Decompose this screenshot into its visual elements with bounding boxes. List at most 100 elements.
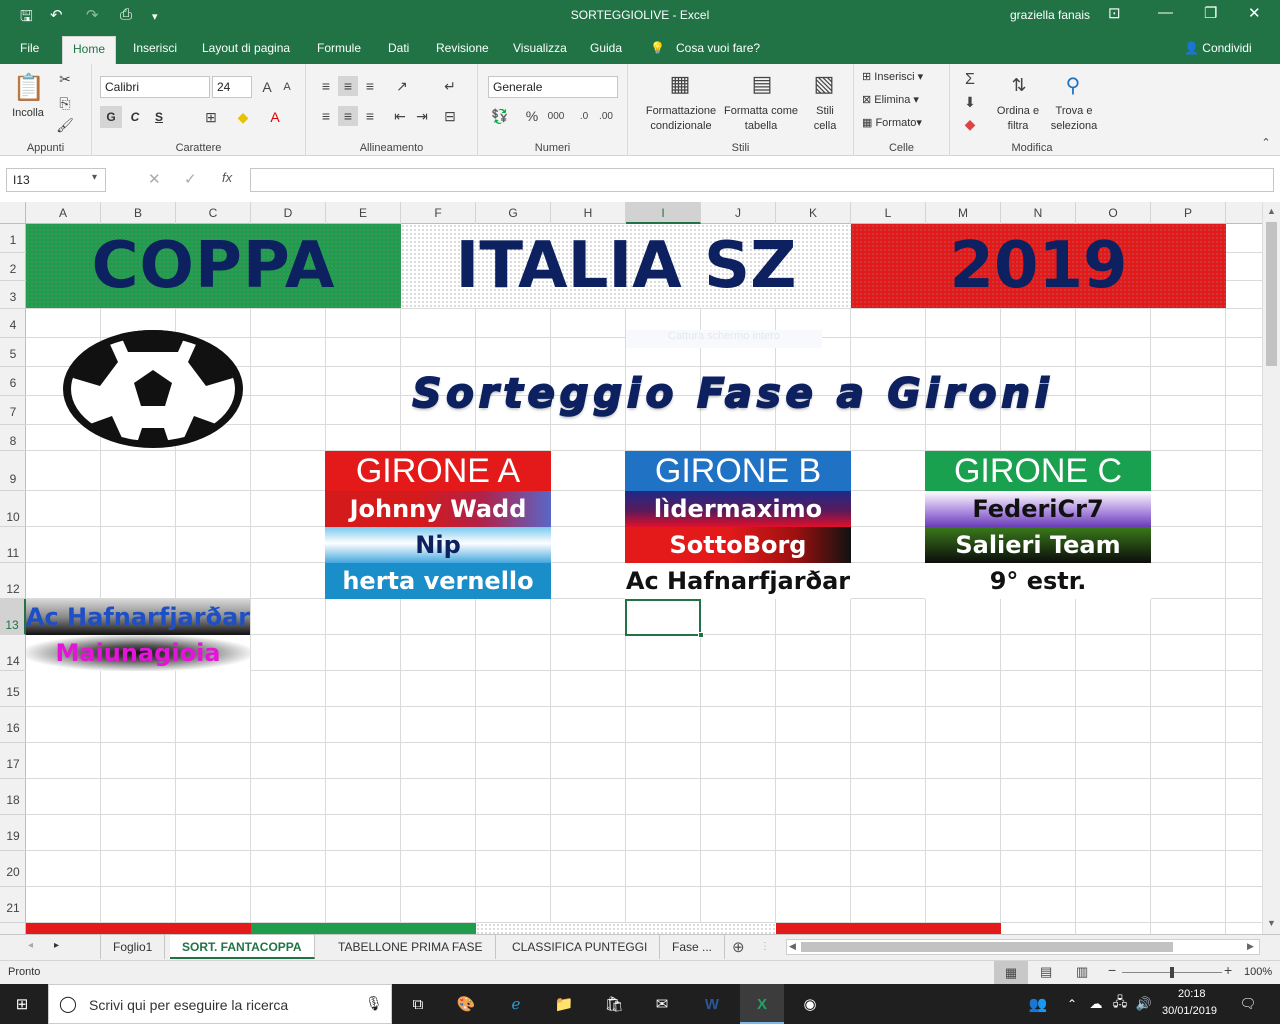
notifications-icon[interactable]: 🗨 xyxy=(1236,993,1260,1015)
shrink-font-icon[interactable]: A xyxy=(278,76,296,98)
sort-filter-icon[interactable]: ⇅ xyxy=(1004,70,1034,100)
row-header-4[interactable]: 4 xyxy=(0,309,26,338)
paint-icon[interactable]: 🎨 xyxy=(454,993,478,1015)
paste-label[interactable]: Incolla xyxy=(4,106,52,121)
name-box-dropdown-icon[interactable]: ▾ xyxy=(92,172,97,183)
insert-cells-button[interactable]: ⊞ Inserisci ▾ xyxy=(862,70,923,85)
sheet-tab-sort-fantacoppa[interactable]: SORT. FANTACOPPA xyxy=(170,935,315,959)
row-header-6[interactable]: 6 xyxy=(0,367,26,396)
row-header-19[interactable]: 19 xyxy=(0,815,26,851)
conditional-format-icon[interactable]: ▦ xyxy=(664,68,696,100)
format-as-table-icon[interactable]: ▤ xyxy=(746,68,778,100)
network-icon[interactable]: 🖧 xyxy=(1108,993,1132,1015)
decrease-decimal-icon[interactable]: .00 xyxy=(596,106,616,126)
clear-icon[interactable]: ◆ xyxy=(960,114,980,134)
align-left-icon[interactable]: ≡ xyxy=(316,106,336,126)
row-header-8[interactable]: 8 xyxy=(0,425,26,451)
row-header-7[interactable]: 7 xyxy=(0,396,26,425)
scroll-up-icon[interactable]: ▲ xyxy=(1267,206,1276,216)
tab-layout[interactable]: Layout di pagina xyxy=(202,41,290,55)
underline-button[interactable]: S xyxy=(148,106,170,128)
row-header-18[interactable]: 18 xyxy=(0,779,26,815)
sheet-tab-classifica[interactable]: CLASSIFICA PUNTEGGI xyxy=(500,935,661,959)
sheet-tab-foglio1[interactable]: Foglio1 xyxy=(100,935,166,959)
row-header-20[interactable]: 20 xyxy=(0,851,26,887)
col-header-m[interactable]: M xyxy=(926,202,1001,224)
row-header-2[interactable]: 2 xyxy=(0,253,26,281)
cut-icon[interactable]: ✂ xyxy=(56,70,74,88)
font-size-select[interactable]: 24 xyxy=(212,76,252,98)
tab-visualizza[interactable]: Visualizza xyxy=(513,41,567,55)
col-header-c[interactable]: C xyxy=(176,202,251,224)
col-header-f[interactable]: F xyxy=(401,202,476,224)
function-icon[interactable]: fx xyxy=(222,170,232,185)
find-icon[interactable]: ⚲ xyxy=(1058,70,1088,100)
select-all-button[interactable] xyxy=(0,202,26,224)
share-button[interactable]: 👤 Condividi xyxy=(1184,41,1252,55)
increase-indent-icon[interactable]: ⇥ xyxy=(412,106,432,126)
orientation-icon[interactable]: ↗ xyxy=(390,76,414,96)
word-icon[interactable]: W xyxy=(700,993,724,1015)
col-header-p[interactable]: P xyxy=(1151,202,1226,224)
row-header-21[interactable]: 21 xyxy=(0,887,26,923)
task-view-icon[interactable]: ⧉ xyxy=(406,993,430,1015)
grow-font-icon[interactable]: A xyxy=(258,76,276,98)
collapse-ribbon-icon[interactable]: ⌃ xyxy=(1258,134,1274,150)
row-header-13[interactable]: 13 xyxy=(0,599,26,635)
next-sheet-icon[interactable]: ▸ xyxy=(54,940,59,951)
enter-icon[interactable]: ✓ xyxy=(184,170,197,188)
borders-icon[interactable]: ⊞ xyxy=(200,106,222,128)
row-header-5[interactable]: 5 xyxy=(0,338,26,367)
italic-button[interactable]: C xyxy=(124,106,146,128)
restore-icon[interactable]: ❐ xyxy=(1204,4,1217,22)
align-bottom-icon[interactable]: ≡ xyxy=(360,76,380,96)
format-cells-button[interactable]: ▦ Formato▾ xyxy=(862,116,922,131)
mail-icon[interactable]: ✉ xyxy=(650,993,674,1015)
col-header-h[interactable]: H xyxy=(551,202,626,224)
align-middle-icon[interactable]: ≡ xyxy=(338,76,358,96)
increase-decimal-icon[interactable]: .0 xyxy=(574,106,594,126)
fill-icon[interactable]: ⬇ xyxy=(960,92,980,112)
align-top-icon[interactable]: ≡ xyxy=(316,76,336,96)
ribbon-display-icon[interactable]: ⊡ xyxy=(1108,4,1121,22)
fill-handle[interactable] xyxy=(698,632,704,638)
zoom-slider-thumb[interactable] xyxy=(1170,967,1174,978)
cell-styles-button[interactable]: Stili cella xyxy=(808,104,842,134)
people-icon[interactable]: 👥 xyxy=(1026,993,1050,1015)
paste-icon[interactable]: 📋 xyxy=(12,70,46,104)
show-hidden-icons-icon[interactable]: ⌃ xyxy=(1060,993,1084,1015)
font-name-select[interactable]: Calibri xyxy=(100,76,210,98)
scroll-left-icon[interactable]: ◀ xyxy=(789,941,796,952)
col-header-i[interactable]: I xyxy=(626,202,701,224)
format-as-table-button[interactable]: Formatta come tabella xyxy=(714,104,808,134)
align-center-icon[interactable]: ≡ xyxy=(338,106,358,126)
store-icon[interactable]: 🛍 xyxy=(602,993,626,1015)
normal-view-icon[interactable]: ▦ xyxy=(994,961,1028,984)
align-right-icon[interactable]: ≡ xyxy=(360,106,380,126)
scroll-right-icon[interactable]: ▶ xyxy=(1247,941,1254,952)
excel-taskbar-button[interactable]: X xyxy=(740,984,784,1024)
wrap-text-icon[interactable]: ↵ xyxy=(438,76,462,96)
clock-date[interactable]: 30/01/2019 xyxy=(1162,1005,1217,1017)
col-header-n[interactable]: N xyxy=(1001,202,1076,224)
sheet-tab-tabellone[interactable]: TABELLONE PRIMA FASE xyxy=(326,935,496,959)
row-header-3[interactable]: 3 xyxy=(0,281,26,309)
tab-inserisci[interactable]: Inserisci xyxy=(133,41,177,55)
currency-icon[interactable]: 💱 xyxy=(488,106,512,126)
cancel-icon[interactable]: ✕ xyxy=(148,170,161,188)
row-header-17[interactable]: 17 xyxy=(0,743,26,779)
tell-me-input[interactable]: Cosa vuoi fare? xyxy=(676,41,760,55)
active-cell[interactable] xyxy=(625,599,701,636)
minimize-icon[interactable]: — xyxy=(1158,4,1173,21)
row-header-14[interactable]: 14 xyxy=(0,635,26,671)
microphone-icon[interactable]: 🎙 xyxy=(365,995,383,1012)
row-header-11[interactable]: 11 xyxy=(0,527,26,563)
font-color-icon[interactable]: A xyxy=(264,106,286,128)
find-select-button[interactable]: Trova e seleziona xyxy=(1044,104,1104,134)
onedrive-icon[interactable]: ☁ xyxy=(1084,993,1108,1015)
prev-sheet-icon[interactable]: ◂ xyxy=(28,940,33,951)
tab-formule[interactable]: Formule xyxy=(317,41,361,55)
row-header-10[interactable]: 10 xyxy=(0,491,26,527)
vertical-scroll-thumb[interactable] xyxy=(1266,222,1277,366)
col-header-d[interactable]: D xyxy=(251,202,326,224)
